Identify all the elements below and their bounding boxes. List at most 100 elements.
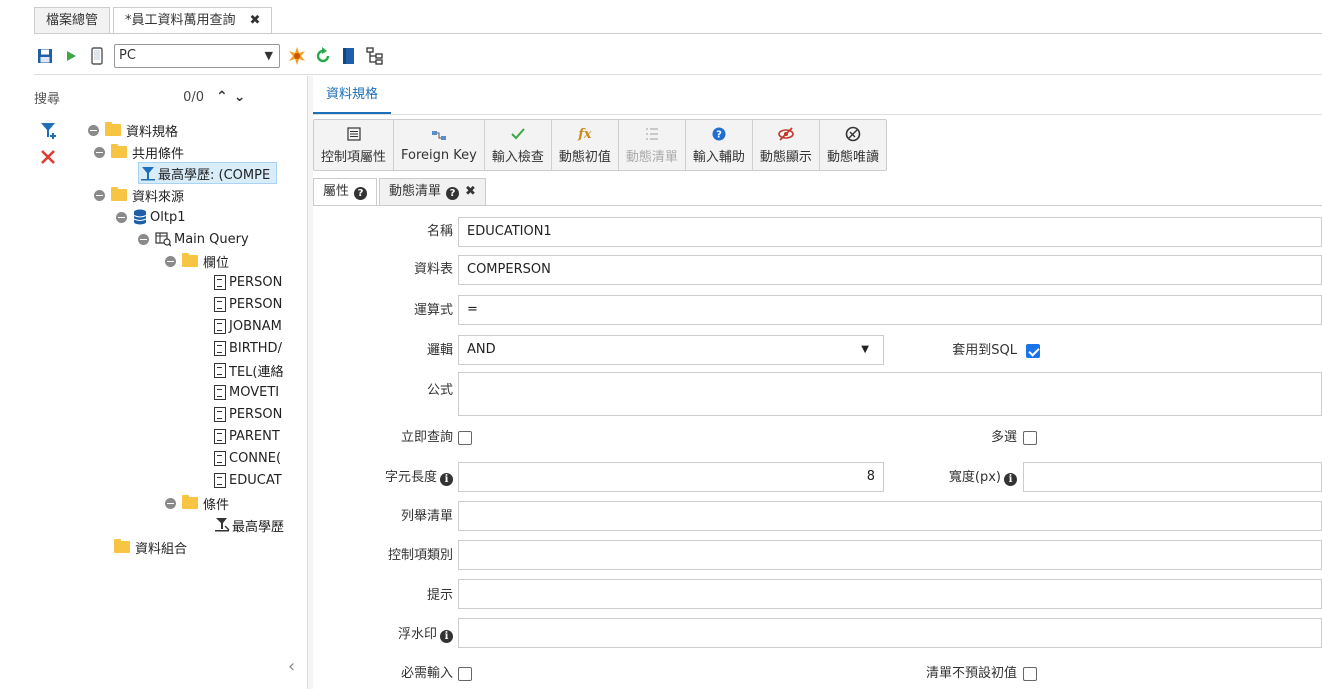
multi-select-checkbox[interactable] — [1023, 431, 1037, 445]
tab-label: 檔案總管 — [46, 13, 99, 28]
tree-structure-icon[interactable] — [364, 45, 386, 67]
tab-label: *員工資料萬用查詢 — [125, 13, 236, 28]
width-label-text: 寬度(px) — [948, 470, 1001, 485]
tree-node-conditions[interactable]: 條件 — [165, 492, 229, 514]
operator-field[interactable]: = — [458, 295, 1322, 325]
hint-field[interactable] — [458, 579, 1322, 609]
tree-node-main-query[interactable]: Main Query — [138, 228, 249, 250]
tree-node-field[interactable]: CONNE( — [214, 447, 281, 469]
collapse-icon[interactable] — [88, 124, 99, 136]
collapse-icon[interactable] — [94, 146, 105, 158]
collapse-icon[interactable] — [165, 497, 176, 509]
logic-select[interactable]: AND ▼ — [458, 335, 884, 365]
tree-search-input[interactable]: 搜尋 — [34, 88, 164, 107]
apply-sql-checkbox[interactable] — [1026, 344, 1040, 358]
tab-dynamic-list[interactable]: 動態清單? ✖ — [379, 178, 486, 206]
collapse-icon[interactable] — [116, 211, 127, 223]
table-field[interactable]: COMPERSON — [458, 255, 1322, 285]
apply-sql-label: 套用到SQL — [952, 343, 1017, 358]
toolbar-divider — [34, 74, 1322, 75]
tree-node-root[interactable]: 資料規格 — [88, 119, 178, 141]
help-icon[interactable]: ? — [446, 187, 460, 200]
tree-node-label: PERSON — [229, 406, 283, 422]
tree-node-field[interactable]: MOVETI — [214, 381, 279, 403]
tree-node-field[interactable]: JOBNAM — [214, 315, 282, 337]
tree-node-label: 資料規格 — [126, 124, 179, 140]
close-icon[interactable]: ✖ — [465, 184, 476, 199]
dynamic-initial-value-button[interactable]: fx 動態初值 — [552, 120, 619, 170]
help-icon[interactable]: ? — [354, 187, 368, 200]
collapse-icon[interactable] — [165, 255, 176, 267]
control-properties-button[interactable]: 控制項屬性 — [314, 120, 395, 170]
device-icon[interactable] — [86, 45, 108, 67]
close-icon[interactable]: ✖ — [250, 13, 261, 28]
help-circle-icon: ? — [712, 125, 726, 143]
query-table-icon — [155, 231, 171, 247]
chevron-up-icon[interactable]: ⌃ — [216, 89, 228, 105]
watermark-label-text: 浮水印 — [397, 627, 437, 642]
info-icon[interactable]: i — [440, 473, 453, 486]
save-icon[interactable] — [34, 45, 56, 67]
folder-icon — [114, 539, 130, 553]
dynamic-list-button[interactable]: 動態清單 — [619, 120, 686, 170]
tree-node-field[interactable]: PERSON — [214, 403, 282, 425]
char-length-field[interactable]: 8 — [458, 462, 884, 492]
collapse-icon[interactable] — [94, 189, 105, 201]
control-type-field[interactable] — [458, 540, 1322, 570]
char-length-label-text: 字元長度 — [384, 470, 437, 485]
document-icon — [214, 318, 226, 334]
tree-node-field[interactable]: TEL(連絡 — [214, 359, 283, 381]
action-label: 動態清單 — [625, 150, 678, 165]
tree-node-label: Main Query — [174, 231, 249, 247]
tree-node-field[interactable]: EDUCAT — [214, 469, 282, 491]
tree-node-shared-conditions[interactable]: 共用條件 — [94, 141, 184, 163]
tree-search-bar: 搜尋 0/0 ⌃ ⌄ — [34, 86, 306, 108]
tab-properties[interactable]: 屬性? — [313, 178, 378, 206]
tree-node-fields[interactable]: 欄位 — [165, 250, 229, 272]
chevron-down-icon[interactable]: ⌄ — [234, 89, 246, 105]
required-checkbox[interactable] — [458, 667, 472, 681]
input-assist-button[interactable]: ? 輸入輔助 — [686, 120, 753, 170]
tree-node-label: JOBNAM — [229, 318, 282, 334]
folder-icon — [182, 253, 198, 267]
no-default-checkbox[interactable] — [1023, 667, 1037, 681]
tree-node-oltp[interactable]: Oltp1 — [116, 206, 185, 228]
tree-node-field[interactable]: PARENT — [214, 425, 280, 447]
tree-node-condition-item[interactable]: 最高學歷 — [215, 514, 284, 536]
tab-file-explorer[interactable]: 檔案總管 — [34, 7, 111, 34]
watermark-field[interactable] — [458, 618, 1322, 648]
tree-node-selected-condition[interactable]: 最高學歷: (COMPE — [138, 162, 278, 184]
collapse-panel-icon[interactable]: ‹ — [288, 656, 295, 677]
platform-select[interactable]: PC ▼ — [114, 44, 280, 68]
tab-data-spec[interactable]: 資料規格 — [313, 76, 392, 114]
tree-node-data-source[interactable]: 資料來源 — [94, 184, 184, 206]
run-icon[interactable] — [60, 45, 82, 67]
document-icon — [214, 406, 226, 422]
formula-field[interactable] — [458, 372, 1322, 416]
foreign-key-button[interactable]: Foreign Key — [394, 120, 485, 170]
enum-list-field[interactable] — [458, 501, 1322, 531]
tree-node-field[interactable]: PERSON — [214, 271, 282, 293]
width-field[interactable] — [1023, 462, 1322, 492]
info-icon[interactable]: i — [440, 630, 453, 643]
tab-divider — [34, 33, 1322, 34]
refresh-icon[interactable] — [312, 45, 334, 67]
add-filter-icon[interactable] — [40, 122, 56, 144]
tree-node-field[interactable]: BIRTHD/ — [214, 337, 282, 359]
name-field[interactable]: EDUCATION1 — [458, 217, 1322, 247]
tree-node-field[interactable]: PERSON — [214, 293, 282, 315]
tab-employee-query[interactable]: *員工資料萬用查詢 ✖ — [113, 7, 273, 34]
info-icon[interactable]: i — [1004, 473, 1017, 486]
chevron-down-icon: ▼ — [861, 344, 869, 355]
dynamic-display-button[interactable]: 動態顯示 — [753, 120, 820, 170]
collapse-icon[interactable] — [138, 233, 149, 245]
book-icon[interactable] — [338, 45, 360, 67]
document-icon — [214, 362, 226, 378]
tree-node-label: 共用條件 — [132, 146, 185, 162]
settings-burst-icon[interactable] — [286, 45, 308, 67]
input-check-button[interactable]: 輸入檢查 — [485, 120, 552, 170]
delete-icon[interactable] — [40, 149, 56, 169]
instant-query-checkbox[interactable] — [458, 431, 472, 445]
dynamic-readonly-button[interactable]: 動態唯讀 — [820, 120, 886, 170]
tree-node-data-combo[interactable]: 資料組合 — [114, 536, 187, 558]
